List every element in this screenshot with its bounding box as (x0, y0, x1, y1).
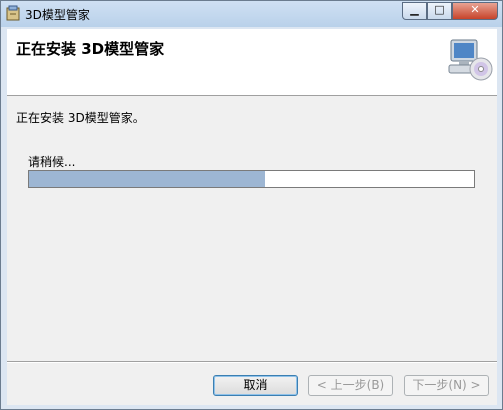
header-panel: 正在安装 3D模型管家 (7, 29, 497, 96)
close-icon: ✕ (470, 3, 480, 16)
page-title: 正在安装 3D模型管家 (16, 40, 165, 58)
minimize-button[interactable]: ▁ (402, 2, 427, 20)
content-area: 正在安装 3D模型管家。 请稍候... (7, 96, 497, 361)
maximize-icon: □ (434, 3, 445, 16)
progress-bar (28, 170, 475, 188)
installer-icon (6, 5, 20, 21)
back-button[interactable]: < 上一步(B) (308, 375, 393, 396)
progress-fill (29, 171, 265, 187)
cancel-button[interactable]: 取消 (213, 375, 298, 396)
wait-text: 请稍候... (28, 155, 76, 169)
status-text: 正在安装 3D模型管家。 (16, 111, 145, 125)
minimize-icon: ▁ (410, 3, 419, 16)
title-bar[interactable]: 3D模型管家 ▁ □ ✕ (1, 1, 502, 27)
next-button[interactable]: 下一步(N) > (404, 375, 489, 396)
close-button[interactable]: ✕ (452, 2, 498, 20)
installer-window: 3D模型管家 ▁ □ ✕ 正在安装 3D模型管家 正在安装 3D模型管家。 请稍… (0, 0, 503, 410)
maximize-button[interactable]: □ (427, 2, 452, 20)
computer-disc-icon (448, 39, 493, 81)
window-title: 3D模型管家 (25, 8, 90, 22)
button-bar: 取消 < 上一步(B) 下一步(N) > (7, 363, 497, 405)
